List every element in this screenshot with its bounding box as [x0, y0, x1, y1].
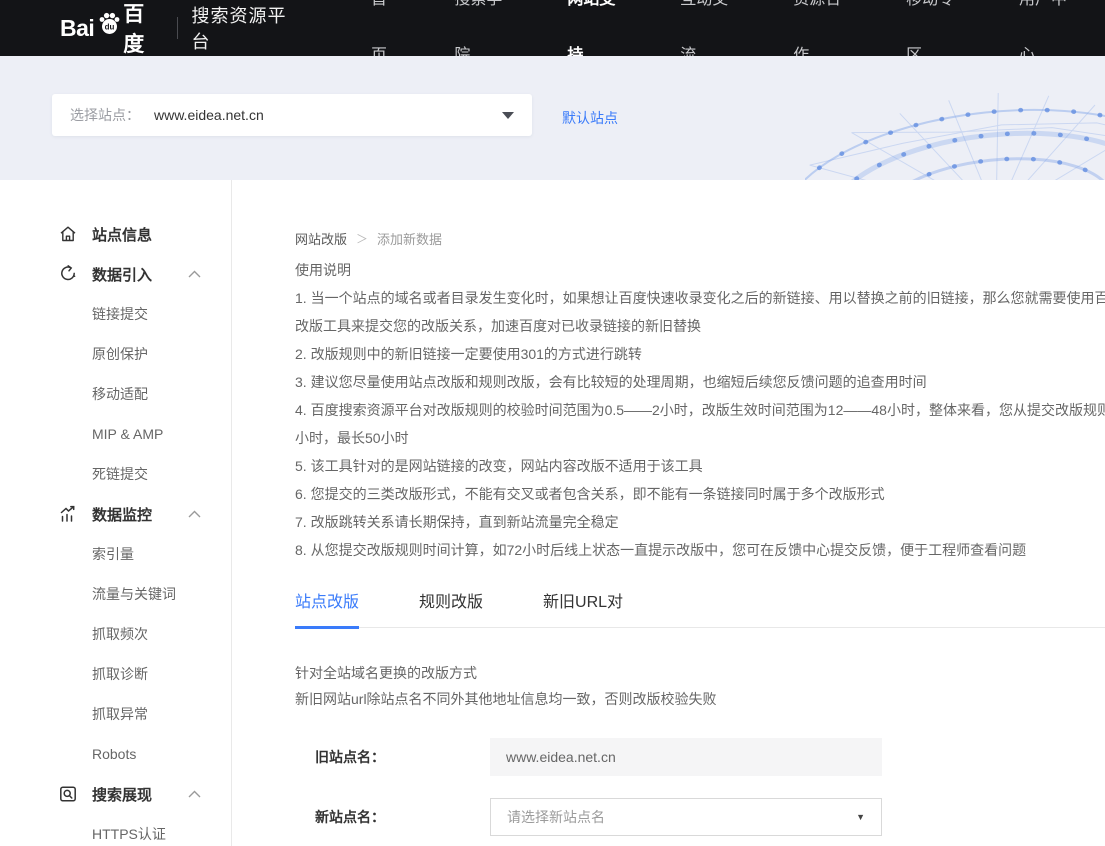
instruction-line: 7. 改版跳转关系请长期保持，直到新站流量完全稳定 [295, 508, 1105, 536]
site-selector-label: 选择站点： [70, 105, 140, 125]
sidebar-item-label: 死链提交 [92, 464, 148, 484]
sidebar-item-original-protection[interactable]: 原创保护 [0, 334, 231, 374]
site-selector[interactable]: 选择站点： www.eidea.net.cn [52, 94, 532, 136]
sidebar-item-crawl-errors[interactable]: 抓取异常 [0, 694, 231, 734]
sidebar-group-data-monitor[interactable]: 数据监控 [0, 494, 231, 534]
breadcrumb: 网站改版 ＞ 添加新数据 [295, 228, 1105, 248]
new-site-row: 新站点名： 请选择新站点名 ▼ [295, 798, 1105, 836]
site-selector-value: www.eidea.net.cn [154, 107, 264, 123]
default-site-link[interactable]: 默认站点 [562, 56, 618, 180]
sidebar-item-label: 流量与关键词 [92, 584, 176, 604]
revision-tabs: 站点改版 规则改版 新旧URL对 [295, 588, 1105, 628]
new-site-label: 新站点名： [295, 807, 490, 827]
tab-url-pairs[interactable]: 新旧URL对 [543, 588, 623, 627]
logo-text-bai: Bai [60, 15, 94, 42]
tab-rule-revision[interactable]: 规则改版 [419, 588, 483, 627]
wireframe-globe-graphic [805, 56, 1105, 180]
sidebar-group-data-import[interactable]: 数据引入 [0, 254, 231, 294]
logo-product-name: 搜索资源平台 [191, 2, 297, 54]
nav-item-mobile-zone-label: 移动专区 [906, 0, 954, 64]
baidu-paw-icon: du [96, 11, 122, 42]
caret-down-icon[interactable] [502, 112, 514, 119]
breadcrumb-add-new-data: 添加新数据 [377, 229, 442, 248]
monitor-icon [58, 504, 78, 524]
breadcrumb-site-revision[interactable]: 网站改版 [295, 229, 347, 248]
sidebar-group-search-display[interactable]: 搜索展现 [0, 774, 231, 814]
sidebar-item-dead-link-submit[interactable]: 死链提交 [0, 454, 231, 494]
instruction-line: 2. 改版规则中的新旧链接一定要使用301的方式进行跳转 [295, 340, 1105, 368]
site-revision-form: 旧站点名： www.eidea.net.cn 新站点名： 请选择新站点名 ▼ [295, 738, 1105, 836]
display-icon [58, 784, 78, 804]
instruction-line: 改版工具来提交您的改版关系，加速百度对已收录链接的新旧替换 [295, 312, 1105, 340]
instruction-line: 1. 当一个站点的域名或者目录发生变化时，如果想让百度快速收录变化之后的新链接、… [295, 284, 1105, 312]
sidebar-item-traffic-keywords[interactable]: 流量与关键词 [0, 574, 231, 614]
sidebar-item-robots[interactable]: Robots [0, 734, 231, 774]
main-area: 站点信息 数据引入 链接提交 原创保护 移动适配 MIP & AMP 死链提交 [0, 180, 1105, 846]
sidebar-item-label: MIP & AMP [92, 426, 163, 442]
instruction-line: 小时，最长50小时 [295, 424, 1105, 452]
chevron-up-icon[interactable] [188, 265, 201, 283]
new-site-placeholder: 请选择新站点名 [507, 807, 605, 827]
new-site-select[interactable]: 请选择新站点名 ▼ [490, 798, 882, 836]
sidebar-item-label: 原创保护 [92, 344, 148, 364]
sidebar-item-mip-amp[interactable]: MIP & AMP [0, 414, 231, 454]
sidebar-item-label: HTTPS认证 [92, 824, 166, 844]
old-site-value: www.eidea.net.cn [506, 749, 616, 765]
instruction-line: 6. 您提交的三类改版形式，不能有交叉或者包含关系，即不能有一条链接同时属于多个… [295, 480, 1105, 508]
logo-divider [177, 17, 178, 39]
sidebar-item-label: Robots [92, 746, 136, 762]
sidebar-item-label: 抓取异常 [92, 704, 148, 724]
old-site-input[interactable]: www.eidea.net.cn [490, 738, 882, 776]
tab-description-line1: 针对全站域名更换的改版方式 [295, 660, 1105, 686]
sidebar-item-link-submit[interactable]: 链接提交 [0, 294, 231, 334]
caret-down-icon: ▼ [856, 812, 865, 822]
tab-description-line2: 新旧网站url除站点名不同外其他地址信息均一致，否则改版校验失败 [295, 686, 1105, 712]
instruction-line: 5. 该工具针对的是网站链接的改变，网站内容改版不适用于该工具 [295, 452, 1105, 480]
old-site-row: 旧站点名： www.eidea.net.cn [295, 738, 1105, 776]
sidebar: 站点信息 数据引入 链接提交 原创保护 移动适配 MIP & AMP 死链提交 [0, 180, 232, 846]
sidebar-item-site-info[interactable]: 站点信息 [0, 214, 231, 254]
instruction-line: 8. 从您提交改版规则时间计算，如72小时后线上状态一直提示改版中，您可在反馈中… [295, 536, 1105, 564]
sidebar-item-label: 移动适配 [92, 384, 148, 404]
sidebar-item-crawl-frequency[interactable]: 抓取频次 [0, 614, 231, 654]
logo-text-baidu-cn: 百度 [123, 0, 162, 58]
instructions-title: 使用说明 [295, 256, 1105, 284]
sidebar-item-index-volume[interactable]: 索引量 [0, 534, 231, 574]
sidebar-item-label: 数据监控 [92, 504, 188, 525]
sidebar-item-label: 链接提交 [92, 304, 148, 324]
chevron-up-icon[interactable] [188, 505, 201, 523]
home-icon [58, 224, 78, 244]
top-nav: Bai du 百度 搜索资源平台 首页 搜索学院 网站支持 互动交流 资源合作 … [0, 0, 1105, 56]
instruction-line: 3. 建议您尽量使用站点改版和规则改版，会有比较短的处理周期，也缩短后续您反馈问… [295, 368, 1105, 396]
old-site-label: 旧站点名： [295, 747, 490, 767]
tab-description: 针对全站域名更换的改版方式 新旧网站url除站点名不同外其他地址信息均一致，否则… [295, 660, 1105, 712]
sidebar-item-mobile-adaptation[interactable]: 移动适配 [0, 374, 231, 414]
sidebar-item-label: 数据引入 [92, 264, 188, 285]
sidebar-item-label: 搜索展现 [92, 784, 188, 805]
sidebar-item-crawl-diagnosis[interactable]: 抓取诊断 [0, 654, 231, 694]
site-selector-banner: 选择站点： www.eidea.net.cn 默认站点 [0, 56, 1105, 180]
chevron-up-icon[interactable] [188, 785, 201, 803]
sidebar-item-label: 抓取频次 [92, 624, 148, 644]
sidebar-item-https-cert[interactable]: HTTPS认证 [0, 814, 231, 846]
instruction-line: 4. 百度搜索资源平台对改版规则的校验时间范围为0.5——2小时，改版生效时间范… [295, 396, 1105, 424]
content-area: 网站改版 ＞ 添加新数据 使用说明 1. 当一个站点的域名或者目录发生变化时，如… [232, 180, 1105, 846]
sidebar-item-label: 抓取诊断 [92, 664, 148, 684]
tab-site-revision[interactable]: 站点改版 [295, 588, 359, 629]
svg-text:du: du [105, 22, 115, 31]
sidebar-item-label: 站点信息 [92, 224, 231, 245]
baidu-logo[interactable]: Bai du 百度 搜索资源平台 [60, 0, 298, 58]
sidebar-item-label: 索引量 [92, 544, 134, 564]
breadcrumb-separator-icon: ＞ [356, 230, 368, 247]
import-icon [58, 264, 78, 284]
